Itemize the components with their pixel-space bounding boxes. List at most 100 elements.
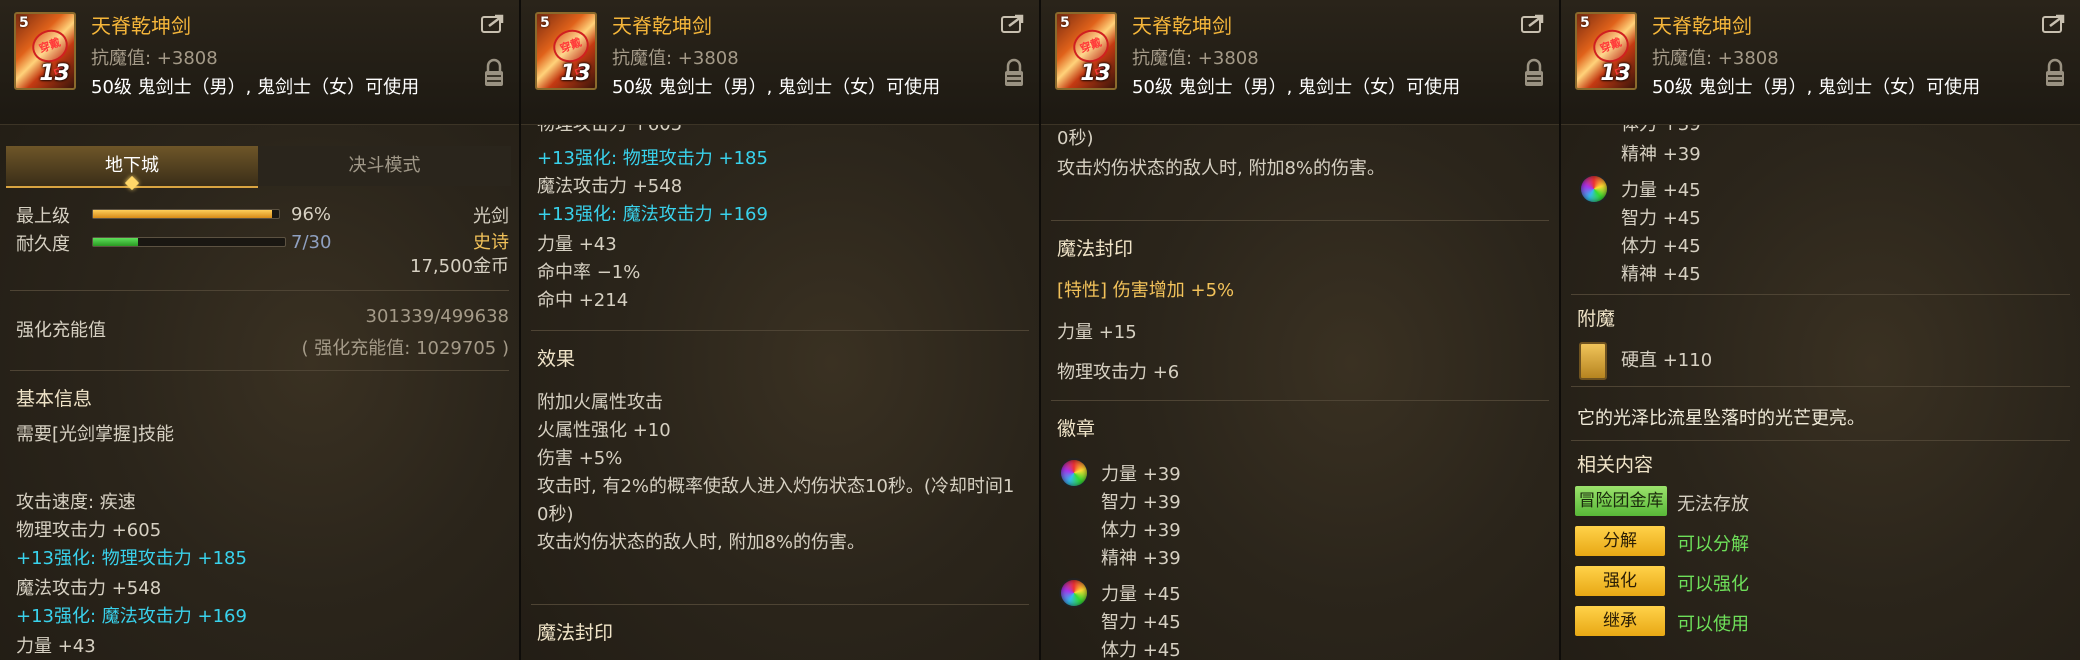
effect-line: 火属性强化 +10 xyxy=(537,420,671,441)
enhance-charge: 301339/499638 xyxy=(365,306,510,327)
enhance-button[interactable]: 强化 xyxy=(1575,566,1665,596)
item-name: 天脊乾坤剑 xyxy=(1652,14,1752,38)
enhance-magic-attack: +13强化: 魔法攻击力 +169 xyxy=(537,204,768,225)
grade-label: 最上级 xyxy=(16,206,70,227)
magic-attack: 魔法攻击力 +548 xyxy=(16,578,162,599)
divider xyxy=(531,604,1029,605)
item-icon: 5 穿戴中 13 xyxy=(535,12,597,90)
magic-attack: 魔法攻击力 +548 xyxy=(537,176,683,197)
section-effect: 效果 xyxy=(537,348,576,370)
section-magic-seal: 魔法封印 xyxy=(537,622,614,644)
resist-value: 抗魔值: +3808 xyxy=(1132,48,1259,69)
emblem-stat: 智力 +39 xyxy=(1101,492,1181,513)
item-name: 天脊乾坤剑 xyxy=(1132,14,1232,38)
emblem-stat: 精神 +39 xyxy=(1621,144,1701,165)
strength-stat: 力量 +43 xyxy=(537,234,617,255)
enhance-level: 13 xyxy=(1600,61,1631,86)
inherit-status: 可以使用 xyxy=(1677,614,1749,635)
class-requirement: 50级 鬼剑士（男）, 鬼剑士（女）可使用 xyxy=(91,77,420,98)
tooltip-header: 5 穿戴中 13 天脊乾坤剑 抗魔值: +3808 50级 鬼剑士（男）, 鬼剑… xyxy=(521,0,1039,125)
inherit-button[interactable]: 继承 xyxy=(1575,606,1665,636)
item-name: 天脊乾坤剑 xyxy=(612,14,712,38)
section-enchant: 附魔 xyxy=(1577,308,1616,330)
rarity: 史诗 xyxy=(473,232,509,253)
divider xyxy=(1571,440,2070,441)
attack-speed: 攻击速度: 疾速 xyxy=(16,492,136,513)
divider xyxy=(531,330,1029,331)
rainbow-emblem-icon xyxy=(1061,460,1087,486)
effect-line: 攻击时, 有2%的概率使敌人进入灼伤状态10秒。(冷却时间1 xyxy=(537,476,1015,497)
resist-value: 抗魔值: +3808 xyxy=(1652,48,1779,69)
item-tooltip-panel-1: 5 穿戴中 13 天脊乾坤剑 抗魔值: +3808 50级 鬼剑士（男）, 鬼剑… xyxy=(0,0,521,660)
effect-line: 0秒) xyxy=(537,504,574,525)
share-icon[interactable] xyxy=(1521,14,1545,34)
rainbow-emblem-icon xyxy=(1581,176,1607,202)
section-basic-info: 基本信息 xyxy=(16,388,93,410)
effect-line: 附加火属性攻击 xyxy=(537,392,663,413)
seal-trait: [特性] 伤害增加 +5% xyxy=(1057,280,1235,301)
emblem-stat: 精神 +39 xyxy=(1101,548,1181,569)
class-requirement: 50级 鬼剑士（男）, 鬼剑士（女）可使用 xyxy=(1652,77,1981,98)
share-icon[interactable] xyxy=(1001,14,1025,34)
durability-bar xyxy=(92,237,286,247)
emblem-stat: 力量 +45 xyxy=(1101,584,1181,605)
enchant-stat: 硬直 +110 xyxy=(1621,350,1713,371)
skill-requirement: 需要[光剑掌握]技能 xyxy=(16,424,175,445)
mode-tabs: 地下城 决斗模式 xyxy=(6,146,511,191)
enhance-level: 13 xyxy=(560,61,591,86)
item-tooltip-panel-2: 5 穿戴中 13 天脊乾坤剑 抗魔值: +3808 50级 鬼剑士（男）, 鬼剑… xyxy=(521,0,1041,660)
disassemble-status: 可以分解 xyxy=(1677,534,1749,555)
durability-label: 耐久度 xyxy=(16,234,70,255)
effect-line: 攻击灼伤状态的敌人时, 附加8%的伤害。 xyxy=(537,532,865,553)
rainbow-emblem-icon xyxy=(1061,580,1087,606)
tab-pvp[interactable]: 决斗模式 xyxy=(258,146,511,186)
tooltip-header: 5 穿戴中 13 天脊乾坤剑 抗魔值: +3808 50级 鬼剑士（男）, 鬼剑… xyxy=(1561,0,2080,125)
item-tooltip-panel-3: 5 穿戴中 13 天脊乾坤剑 抗魔值: +3808 50级 鬼剑士（男）, 鬼剑… xyxy=(1041,0,1561,660)
icon-level-small: 5 xyxy=(1580,15,1590,31)
lock-icon[interactable] xyxy=(2044,58,2066,88)
lock-icon[interactable] xyxy=(1003,58,1025,88)
class-requirement: 50级 鬼剑士（男）, 鬼剑士（女）可使用 xyxy=(612,77,941,98)
weapon-type: 光剑 xyxy=(473,206,509,227)
class-requirement: 50级 鬼剑士（男）, 鬼剑士（女）可使用 xyxy=(1132,77,1461,98)
share-icon[interactable] xyxy=(481,14,505,34)
tooltip-header: 5 穿戴中 13 天脊乾坤剑 抗魔值: +3808 50级 鬼剑士（男）, 鬼剑… xyxy=(1041,0,1559,125)
enhance-charge-total: ( 强化充能值: 1029705 ) xyxy=(301,338,509,359)
enhance-charge-label: 强化充能值 xyxy=(16,320,106,341)
icon-level-small: 5 xyxy=(19,15,29,31)
grade-percent: 96% xyxy=(291,204,332,225)
emblem-stat: 力量 +39 xyxy=(1101,464,1181,485)
divider xyxy=(1571,294,2070,295)
lock-icon[interactable] xyxy=(1523,58,1545,88)
tooltip-header: 5 穿戴中 13 天脊乾坤剑 抗魔值: +3808 50级 鬼剑士（男）, 鬼剑… xyxy=(0,0,519,125)
hit-rate: 命中率 −1% xyxy=(537,262,641,283)
flavor-text: 它的光泽比流星坠落时的光芒更亮。 xyxy=(1577,408,1865,429)
share-icon[interactable] xyxy=(2042,14,2066,34)
price: 17,500金币 xyxy=(410,256,509,277)
enhance-level: 13 xyxy=(1080,61,1111,86)
grade-bar xyxy=(92,209,280,219)
divider xyxy=(1051,400,1549,401)
section-emblem: 徽章 xyxy=(1057,418,1096,440)
resist-value: 抗魔值: +3808 xyxy=(612,48,739,69)
disassemble-button[interactable]: 分解 xyxy=(1575,526,1665,556)
adventure-vault-button[interactable]: 冒险团金库 xyxy=(1575,486,1667,516)
durability-value: 7/30 xyxy=(291,232,332,253)
lock-icon[interactable] xyxy=(483,58,505,88)
section-related: 相关内容 xyxy=(1577,454,1654,476)
emblem-stat: 精神 +45 xyxy=(1621,264,1701,285)
enhance-magic-attack: +13强化: 魔法攻击力 +169 xyxy=(16,606,247,627)
enchant-card-icon xyxy=(1579,342,1607,380)
effect-line: 攻击灼伤状态的敌人时, 附加8%的伤害。 xyxy=(1057,158,1385,179)
divider xyxy=(1051,220,1549,221)
emblem-stat: 体力 +45 xyxy=(1621,236,1701,257)
icon-level-small: 5 xyxy=(1060,15,1070,31)
item-tooltip-panel-4: 5 穿戴中 13 天脊乾坤剑 抗魔值: +3808 50级 鬼剑士（男）, 鬼剑… xyxy=(1561,0,2080,660)
section-magic-seal: 魔法封印 xyxy=(1057,238,1134,260)
enhance-physical-attack: +13强化: 物理攻击力 +185 xyxy=(16,548,247,569)
item-icon: 5 穿戴中 13 xyxy=(1055,12,1117,90)
item-icon: 5 穿戴中 13 xyxy=(1575,12,1637,90)
enhance-physical-attack: +13强化: 物理攻击力 +185 xyxy=(537,148,768,169)
emblem-stat: 智力 +45 xyxy=(1101,612,1181,633)
emblem-stat: 力量 +45 xyxy=(1621,180,1701,201)
